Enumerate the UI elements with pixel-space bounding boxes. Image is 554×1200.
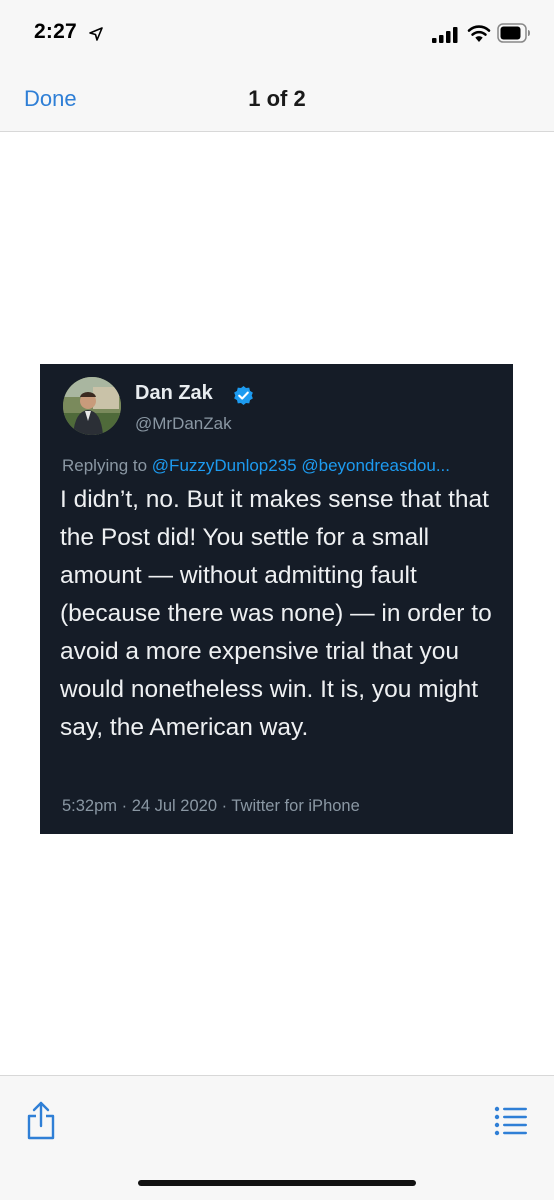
- reply-mentions: @FuzzyDunlop235 @beyondreasdou...: [151, 456, 450, 475]
- done-button[interactable]: Done: [24, 86, 77, 112]
- status-bar: 2:27: [0, 0, 554, 62]
- nav-bar: 1 of 2 Done: [0, 62, 554, 132]
- tweet-text: I didn’t, no. But it makes sense that th…: [60, 486, 492, 741]
- status-time: 2:27: [34, 20, 77, 43]
- avatar-photo-icon: [63, 377, 121, 435]
- tweet-timestamp: 5:32pm · 24 Jul 2020 · Twitter for iPhon…: [62, 797, 360, 815]
- location-arrow-icon: [89, 27, 103, 41]
- wifi-icon: [467, 25, 491, 42]
- author-name: Dan Zak: [135, 382, 213, 404]
- tweet-image[interactable]: Dan Zak @MrDanZak Replying to @FuzzyDunl…: [40, 364, 513, 834]
- verified-badge-icon: [234, 385, 253, 406]
- battery-icon: [497, 23, 530, 43]
- share-icon[interactable]: [26, 1100, 56, 1140]
- list-icon[interactable]: [494, 1106, 528, 1136]
- reply-context: Replying to @FuzzyDunlop235 @beyondreasd…: [62, 456, 502, 476]
- avatar: [63, 377, 121, 435]
- author-handle: @MrDanZak: [135, 414, 232, 433]
- reply-prefix: Replying to: [62, 456, 148, 475]
- page-counter-title: 1 of 2: [248, 86, 306, 111]
- cellular-signal-icon: [432, 27, 458, 43]
- home-indicator[interactable]: [138, 1180, 416, 1186]
